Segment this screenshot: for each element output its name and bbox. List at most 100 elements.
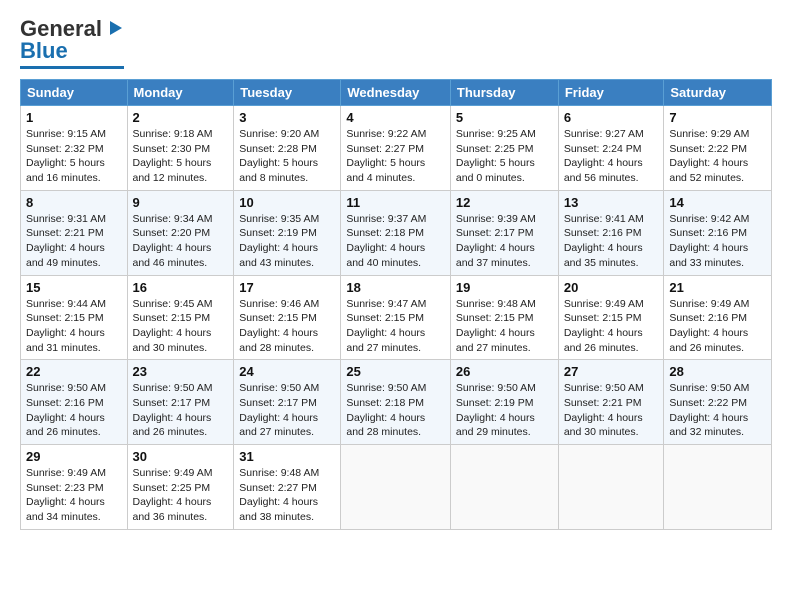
day-info: Sunrise: 9:20 AM Sunset: 2:28 PM Dayligh… (239, 127, 335, 186)
day-info: Sunrise: 9:25 AM Sunset: 2:25 PM Dayligh… (456, 127, 553, 186)
day-info: Sunrise: 9:50 AM Sunset: 2:22 PM Dayligh… (669, 381, 766, 440)
day-number: 22 (26, 364, 122, 379)
day-cell: 22 Sunrise: 9:50 AM Sunset: 2:16 PM Dayli… (21, 360, 128, 445)
day-info: Sunrise: 9:49 AM Sunset: 2:16 PM Dayligh… (669, 297, 766, 356)
day-number: 18 (346, 280, 445, 295)
week-row-1: 1 Sunrise: 9:15 AM Sunset: 2:32 PM Daylig… (21, 106, 772, 191)
day-info: Sunrise: 9:37 AM Sunset: 2:18 PM Dayligh… (346, 212, 445, 271)
day-cell (450, 445, 558, 530)
day-cell: 21Sunrise: 9:49 AM Sunset: 2:16 PM Dayli… (664, 275, 772, 360)
day-cell: 19 Sunrise: 9:48 AM Sunset: 2:15 PM Dayli… (450, 275, 558, 360)
day-info: Sunrise: 9:50 AM Sunset: 2:21 PM Dayligh… (564, 381, 659, 440)
day-cell: 30Sunrise: 9:49 AM Sunset: 2:25 PM Dayli… (127, 445, 234, 530)
day-info: Sunrise: 9:48 AM Sunset: 2:27 PM Dayligh… (239, 466, 335, 525)
day-info: Sunrise: 9:35 AM Sunset: 2:19 PM Dayligh… (239, 212, 335, 271)
day-info: Sunrise: 9:31 AM Sunset: 2:21 PM Dayligh… (26, 212, 122, 271)
col-header-tuesday: Tuesday (234, 80, 341, 106)
day-info: Sunrise: 9:22 AM Sunset: 2:27 PM Dayligh… (346, 127, 445, 186)
day-number: 29 (26, 449, 122, 464)
day-info: Sunrise: 9:50 AM Sunset: 2:17 PM Dayligh… (239, 381, 335, 440)
day-cell: 17 Sunrise: 9:46 AM Sunset: 2:15 PM Dayli… (234, 275, 341, 360)
day-cell: 15 Sunrise: 9:44 AM Sunset: 2:15 PM Dayli… (21, 275, 128, 360)
week-row-5: 29 Sunrise: 9:49 AM Sunset: 2:23 PM Dayli… (21, 445, 772, 530)
day-cell: 13Sunrise: 9:41 AM Sunset: 2:16 PM Dayli… (558, 190, 664, 275)
day-cell: 7 Sunrise: 9:29 AM Sunset: 2:22 PM Daylig… (664, 106, 772, 191)
day-number: 6 (564, 110, 659, 125)
day-cell: 25 Sunrise: 9:50 AM Sunset: 2:18 PM Dayli… (341, 360, 451, 445)
day-cell: 3Sunrise: 9:20 AM Sunset: 2:28 PM Daylig… (234, 106, 341, 191)
day-number: 1 (26, 110, 122, 125)
day-number: 5 (456, 110, 553, 125)
day-number: 31 (239, 449, 335, 464)
day-number: 23 (133, 364, 229, 379)
day-number: 27 (564, 364, 659, 379)
day-number: 24 (239, 364, 335, 379)
day-cell: 11 Sunrise: 9:37 AM Sunset: 2:18 PM Dayli… (341, 190, 451, 275)
day-info: Sunrise: 9:29 AM Sunset: 2:22 PM Dayligh… (669, 127, 766, 186)
day-number: 12 (456, 195, 553, 210)
day-cell: 27 Sunrise: 9:50 AM Sunset: 2:21 PM Dayli… (558, 360, 664, 445)
day-cell: 2Sunrise: 9:18 AM Sunset: 2:30 PM Daylig… (127, 106, 234, 191)
day-cell: 14 Sunrise: 9:42 AM Sunset: 2:16 PM Dayli… (664, 190, 772, 275)
day-info: Sunrise: 9:27 AM Sunset: 2:24 PM Dayligh… (564, 127, 659, 186)
day-cell: 1 Sunrise: 9:15 AM Sunset: 2:32 PM Daylig… (21, 106, 128, 191)
col-header-monday: Monday (127, 80, 234, 106)
day-info: Sunrise: 9:44 AM Sunset: 2:15 PM Dayligh… (26, 297, 122, 356)
day-number: 25 (346, 364, 445, 379)
day-cell: 12 Sunrise: 9:39 AM Sunset: 2:17 PM Dayli… (450, 190, 558, 275)
col-header-thursday: Thursday (450, 80, 558, 106)
header: General Blue (20, 16, 772, 69)
day-number: 19 (456, 280, 553, 295)
logo-underline (20, 66, 124, 69)
col-header-friday: Friday (558, 80, 664, 106)
day-info: Sunrise: 9:48 AM Sunset: 2:15 PM Dayligh… (456, 297, 553, 356)
day-cell: 31 Sunrise: 9:48 AM Sunset: 2:27 PM Dayli… (234, 445, 341, 530)
day-info: Sunrise: 9:50 AM Sunset: 2:19 PM Dayligh… (456, 381, 553, 440)
day-number: 14 (669, 195, 766, 210)
day-info: Sunrise: 9:39 AM Sunset: 2:17 PM Dayligh… (456, 212, 553, 271)
day-number: 4 (346, 110, 445, 125)
day-info: Sunrise: 9:50 AM Sunset: 2:17 PM Dayligh… (133, 381, 229, 440)
week-row-3: 15 Sunrise: 9:44 AM Sunset: 2:15 PM Dayli… (21, 275, 772, 360)
day-cell: 10 Sunrise: 9:35 AM Sunset: 2:19 PM Dayli… (234, 190, 341, 275)
day-info: Sunrise: 9:18 AM Sunset: 2:30 PM Dayligh… (133, 127, 229, 186)
week-row-2: 8 Sunrise: 9:31 AM Sunset: 2:21 PM Daylig… (21, 190, 772, 275)
day-cell (341, 445, 451, 530)
day-number: 26 (456, 364, 553, 379)
day-number: 11 (346, 195, 445, 210)
day-number: 15 (26, 280, 122, 295)
day-number: 28 (669, 364, 766, 379)
day-number: 16 (133, 280, 229, 295)
day-cell: 28 Sunrise: 9:50 AM Sunset: 2:22 PM Dayli… (664, 360, 772, 445)
day-info: Sunrise: 9:49 AM Sunset: 2:23 PM Dayligh… (26, 466, 122, 525)
day-info: Sunrise: 9:42 AM Sunset: 2:16 PM Dayligh… (669, 212, 766, 271)
day-info: Sunrise: 9:34 AM Sunset: 2:20 PM Dayligh… (133, 212, 229, 271)
day-number: 10 (239, 195, 335, 210)
day-cell (664, 445, 772, 530)
day-info: Sunrise: 9:49 AM Sunset: 2:15 PM Dayligh… (564, 297, 659, 356)
day-info: Sunrise: 9:45 AM Sunset: 2:15 PM Dayligh… (133, 297, 229, 356)
day-number: 7 (669, 110, 766, 125)
page: General Blue SundayMondayTuesdayWednesda… (0, 0, 792, 540)
day-cell: 23 Sunrise: 9:50 AM Sunset: 2:17 PM Dayli… (127, 360, 234, 445)
logo-blue: Blue (20, 38, 68, 64)
day-cell: 20Sunrise: 9:49 AM Sunset: 2:15 PM Dayli… (558, 275, 664, 360)
day-number: 17 (239, 280, 335, 295)
day-number: 8 (26, 195, 122, 210)
day-number: 9 (133, 195, 229, 210)
day-cell: 26 Sunrise: 9:50 AM Sunset: 2:19 PM Dayli… (450, 360, 558, 445)
day-info: Sunrise: 9:41 AM Sunset: 2:16 PM Dayligh… (564, 212, 659, 271)
week-row-4: 22 Sunrise: 9:50 AM Sunset: 2:16 PM Dayli… (21, 360, 772, 445)
day-info: Sunrise: 9:50 AM Sunset: 2:18 PM Dayligh… (346, 381, 445, 440)
logo: General Blue (20, 16, 124, 69)
calendar: SundayMondayTuesdayWednesdayThursdayFrid… (20, 79, 772, 530)
day-info: Sunrise: 9:47 AM Sunset: 2:15 PM Dayligh… (346, 297, 445, 356)
day-info: Sunrise: 9:46 AM Sunset: 2:15 PM Dayligh… (239, 297, 335, 356)
day-cell: 5 Sunrise: 9:25 AM Sunset: 2:25 PM Daylig… (450, 106, 558, 191)
day-cell: 18 Sunrise: 9:47 AM Sunset: 2:15 PM Dayli… (341, 275, 451, 360)
header-row: SundayMondayTuesdayWednesdayThursdayFrid… (21, 80, 772, 106)
day-info: Sunrise: 9:15 AM Sunset: 2:32 PM Dayligh… (26, 127, 122, 186)
day-cell: 24 Sunrise: 9:50 AM Sunset: 2:17 PM Dayli… (234, 360, 341, 445)
col-header-saturday: Saturday (664, 80, 772, 106)
day-info: Sunrise: 9:50 AM Sunset: 2:16 PM Dayligh… (26, 381, 122, 440)
